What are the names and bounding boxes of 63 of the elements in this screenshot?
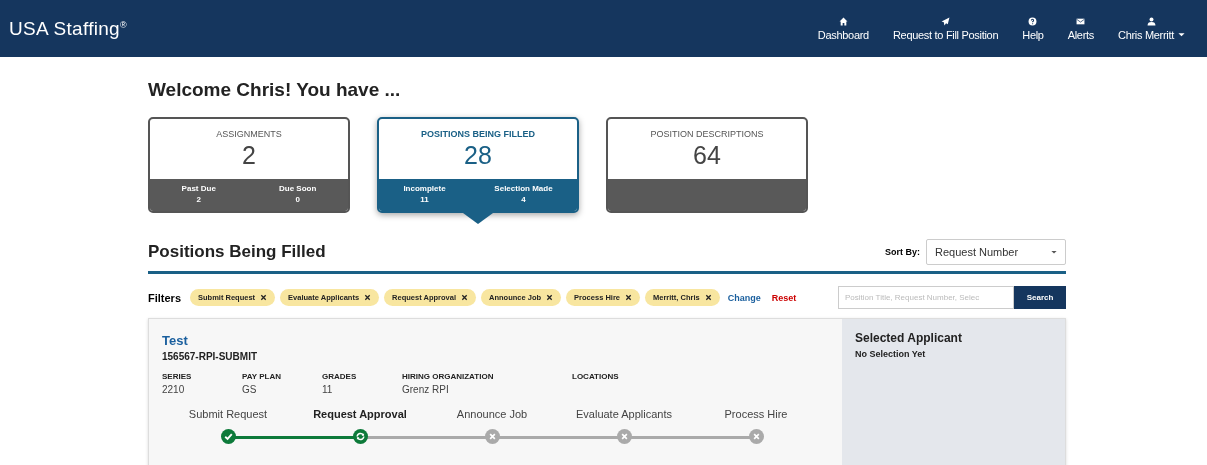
section-title: Positions Being Filled (148, 242, 327, 262)
field-label: GRADES (322, 372, 358, 381)
caret-icon (1051, 249, 1057, 255)
position-title-link[interactable]: Test (162, 333, 188, 348)
summary-card[interactable]: ASSIGNMENTS 2 Past Due 2 Due Soon 0 (148, 117, 350, 213)
close-icon (546, 294, 554, 301)
card-title: POSITIONS BEING FILLED (421, 129, 535, 139)
card-count: 2 (242, 141, 256, 170)
change-link[interactable]: Change (727, 292, 761, 303)
stat-label: Due Soon (279, 184, 317, 193)
field-value: 11 (322, 384, 334, 395)
nav-link[interactable]: Chris Merritt (1106, 16, 1197, 41)
field-value: Grenz RPI (402, 384, 450, 395)
stat-value: 11 (420, 195, 429, 204)
card-title: ASSIGNMENTS (216, 129, 282, 139)
step-label: Request Approval (313, 408, 407, 421)
summary-card[interactable]: POSITION DESCRIPTIONS 64 (606, 117, 808, 213)
close-icon (625, 294, 632, 301)
close-icon (461, 294, 468, 301)
stat-value: 4 (521, 195, 526, 204)
nav-link[interactable]: Dashboard (805, 16, 881, 41)
paper-plane-icon (941, 16, 951, 26)
user-icon (1147, 16, 1156, 26)
nav-link[interactable]: Request to Fill Position (880, 16, 1011, 41)
filters-label: Filters (148, 291, 181, 304)
card-count: 64 (693, 141, 721, 170)
step-label: Submit Request (188, 408, 268, 421)
card-count: 28 (464, 141, 492, 170)
home-icon (838, 16, 848, 26)
logo[interactable]: USA Staffing$^{®}$ (9, 17, 806, 40)
stat-value: 2 (196, 195, 201, 204)
step-label: Announce Job (456, 408, 528, 421)
stat-label: Incomplete (403, 184, 446, 193)
field-value: GS (242, 384, 258, 395)
step-label: Evaluate Applicants (576, 408, 672, 421)
envelope-icon (1076, 16, 1086, 26)
field-value: 2210 (162, 384, 186, 395)
panel-title: Selected Applicant (855, 331, 963, 345)
search-button[interactable]: Search (1014, 286, 1066, 309)
welcome-heading: Welcome Chris! You have ... (148, 79, 402, 102)
reset-link[interactable]: Reset (771, 292, 797, 303)
pointer-arrow (463, 213, 493, 224)
stat-label: Selection Made (494, 184, 553, 193)
summary-card[interactable]: POSITIONS BEING FILLED 28 Incomplete 11 Selection Made 4 (377, 117, 579, 213)
field-label: PAY PLAN (242, 372, 282, 381)
close-icon (260, 294, 268, 301)
close-icon (364, 294, 372, 301)
field-label: SERIES (162, 372, 193, 381)
close-icon (704, 294, 712, 301)
step-label: Process Hire (724, 408, 788, 421)
search-field[interactable]: Position Title, Request Number, Selec (838, 286, 1014, 309)
sort-dropdown[interactable]: Request Number (926, 239, 1066, 265)
sort-label: Sort By: (885, 247, 920, 257)
help-icon (1028, 16, 1038, 26)
card-title: POSITION DESCRIPTIONS (650, 129, 764, 139)
field-label: LOCATIONS (572, 372, 620, 381)
panel-text: No Selection Yet (855, 349, 927, 359)
field-label: HIRING ORGANIZATION (402, 372, 495, 381)
nav-link[interactable]: Help (1010, 16, 1056, 41)
nav-link[interactable]: Alerts (1055, 16, 1106, 41)
request-number: 156567-RPI-SUBMIT (162, 351, 259, 362)
stat-value: 0 (295, 195, 300, 204)
stat-label: Past Due (181, 184, 216, 193)
